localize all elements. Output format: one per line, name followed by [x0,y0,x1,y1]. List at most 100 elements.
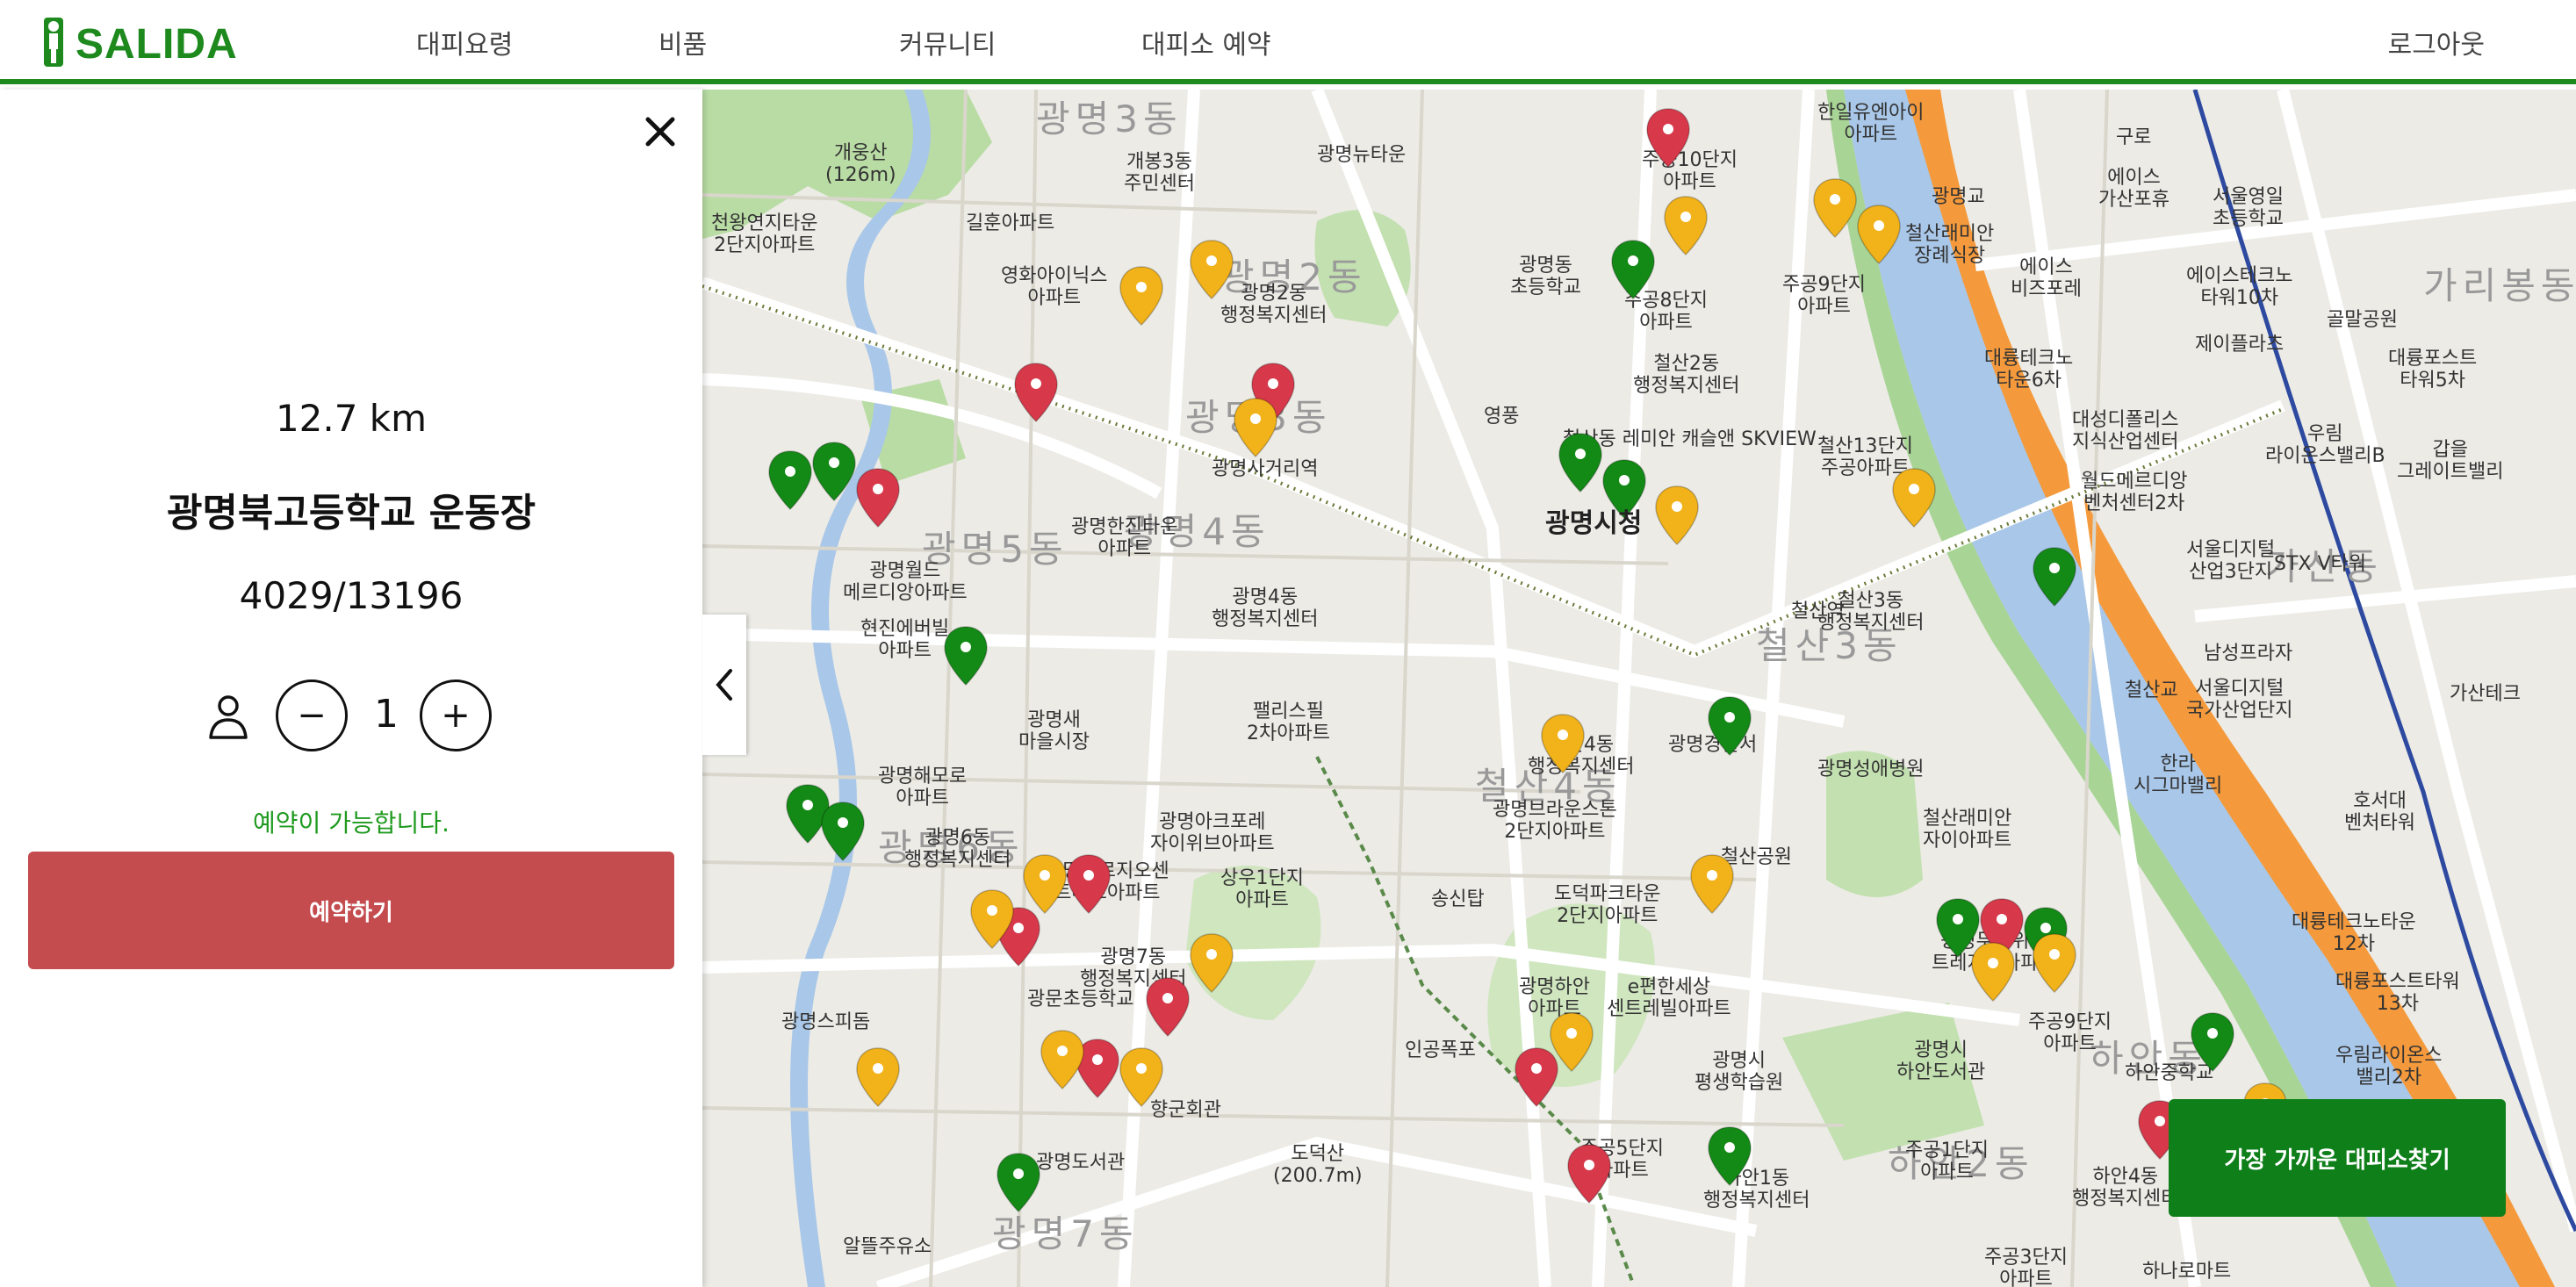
shelter-yellow-pin-icon[interactable] [1233,397,1278,458]
decrease-quantity-button[interactable]: − [276,679,348,751]
shelter-green-pin-icon[interactable] [2032,546,2077,608]
map-place-label: 도덕파크타운 2단지아파트 [1554,883,1661,928]
map-place-label: 광명4동 행정복지센터 [1212,586,1319,631]
map-place-label: 한일유엔아이 아파트 [1817,102,1925,147]
quantity-value: 1 [374,692,399,737]
map-place-label: 에이스 가산포휴 [2098,167,2169,212]
shelter-yellow-pin-icon[interactable] [1970,941,2016,1003]
shelter-yellow-pin-icon[interactable] [1689,853,1735,915]
nav-community[interactable]: 커뮤니티 [899,23,996,61]
shelter-yellow-pin-icon[interactable] [1856,204,1902,265]
map-place-label: 광명도서관 [1036,1152,1126,1174]
shelter-red-pin-icon[interactable] [1066,853,1112,915]
map-place-label: 팰리스필 2차아파트 [1247,701,1330,745]
shelter-green-pin-icon[interactable] [1707,695,1752,757]
map-place-label: 알뜰주유소 [843,1236,932,1258]
map-place-label: 개웅산 (126m) [825,142,896,187]
map-place-label: 광명해모로 아파트 [878,766,968,810]
logo-text: SALIDA [76,21,238,68]
map-place-label: 철산역 [1791,600,1845,622]
shelter-green-pin-icon[interactable] [1707,1125,1752,1187]
shelter-red-pin-icon[interactable] [855,467,901,528]
map-place-label: 현진에버빌 아파트 [860,618,950,663]
shelter-green-pin-icon[interactable] [767,449,813,511]
nav-shelter-reservation[interactable]: 대피소 예약 [1141,23,1271,61]
map-place-label: 광명뉴타운 [1317,144,1407,166]
map-place-label: 주공1단지 아파트 [1905,1140,1989,1184]
shelter-yellow-pin-icon[interactable] [1040,1029,1085,1090]
reserve-button[interactable]: 예약하기 [28,852,674,969]
map-place-label: 구로 [2116,126,2152,148]
map-place-label: 광명성애병원 [1817,759,1925,780]
map-place-label: 월드메르디앙 벤처센터2차 [2081,471,2188,515]
shelter-red-pin-icon[interactable] [1645,107,1691,169]
map-place-label: 대륭테크노 타운6차 [1984,348,2074,392]
shelter-green-pin-icon[interactable] [996,1152,1041,1213]
salida-logo[interactable]: SALIDA [39,9,238,70]
shelter-green-pin-icon[interactable] [820,801,866,862]
map-place-label: 광명시 평생학습원 [1695,1050,1784,1095]
district-label: 광명3동 [1036,97,1183,140]
increase-quantity-button[interactable]: + [420,679,492,751]
map-place-label: 대성디폴리스 지식산업센터 [2072,409,2179,454]
map-place-label: 주공9단지 아파트 [1782,274,1866,319]
shelter-yellow-pin-icon[interactable] [1663,195,1709,256]
map-place-label: 대륭포스트 타워5차 [2388,348,2478,392]
shelter-capacity: 4029/13196 [239,574,464,617]
shelter-yellow-pin-icon[interactable] [1540,713,1586,774]
shelter-yellow-pin-icon[interactable] [1549,1011,1594,1073]
shelter-red-pin-icon[interactable] [1013,362,1059,423]
map-place-label: 개봉3동 주민센터 [1124,151,1195,196]
map-place-label: 광명교 [1932,186,1985,208]
shelter-yellow-pin-icon[interactable] [1189,239,1234,300]
map-place-label: 한라 시그마밸리 [2133,753,2223,798]
shelter-yellow-pin-icon[interactable] [1119,1046,1164,1108]
map-place-label: 서울디지털 산업3단지 [2186,539,2276,584]
shelter-green-pin-icon[interactable] [811,441,857,502]
city-hall-label: 광명시청 [1545,508,1643,539]
nav-evacuation-guide[interactable]: 대피요령 [416,23,513,61]
map-place-label: 광명새 마을시장 [1018,709,1090,754]
map-place-label: 주공3단지 아파트 [1984,1247,2068,1287]
map-place-label: 광문초등학교 [1027,989,1134,1010]
map-place-label: 에이스테크노 타워10차 [2186,265,2293,310]
map-place-label: 에이스 비즈포레 [2011,256,2082,301]
nav-supplies[interactable]: 비품 [658,23,707,61]
shelter-yellow-pin-icon[interactable] [1654,485,1700,546]
logout-link[interactable]: 로그아웃 [2388,23,2485,61]
map-place-label: 하안4동 행정복지센터 [2072,1166,2179,1211]
shelter-yellow-pin-icon[interactable] [1891,467,1937,528]
map-place-label: 갑을 그레이트밸리 [2397,439,2504,484]
shelter-distance: 12.7 km [275,397,428,440]
map-place-label: 광명아크포레 자이위브아파트 [1150,811,1275,856]
shelter-green-pin-icon[interactable] [1610,239,1656,300]
map-place-label: 호서대 벤처타워 [2344,790,2415,835]
shelter-red-pin-icon[interactable] [1145,976,1191,1038]
map-place-label: 천왕연지타운 2단지아파트 [711,212,818,257]
shelter-yellow-pin-icon[interactable] [855,1046,901,1108]
shelter-detail-panel: 12.7 km 광명북고등학교 운동장 4029/13196 − 1 + 예약이… [0,90,702,1287]
district-label: 광명7동 [992,1212,1139,1255]
shelter-yellow-pin-icon[interactable] [2032,932,2077,994]
shelter-red-pin-icon[interactable] [1566,1143,1612,1204]
close-icon[interactable] [639,111,681,153]
map-place-label: 우림라이온스 밸리2차 [2335,1045,2443,1089]
shelter-green-pin-icon[interactable] [943,625,989,687]
map-place-label: 길훈아파트 [966,212,1055,234]
panel-collapse-handle[interactable] [702,615,746,755]
map-place-label: 광명스피돔 [781,1011,871,1033]
shelter-yellow-pin-icon[interactable] [1119,265,1164,327]
map-place-label: 영화아이닉스 아파트 [1001,265,1108,310]
shelter-green-pin-icon[interactable] [2190,1011,2235,1073]
map-place-label: 광명월드 메르디앙아파트 [843,560,968,605]
map-place-label: STX V타워 [2274,553,2366,575]
map-place-label: 광명사거리역 [1212,458,1319,480]
reservation-status: 예약이 가능합니다. [253,809,450,838]
shelter-yellow-pin-icon[interactable] [1189,932,1234,994]
map-place-label: 광명2동 행정복지센터 [1220,283,1328,327]
shelter-yellow-pin-icon[interactable] [1022,853,1068,915]
shelter-yellow-pin-icon[interactable] [969,888,1015,950]
shelter-green-pin-icon[interactable] [1558,432,1603,493]
find-nearest-shelter-button[interactable]: 가장 가까운 대피소찾기 [2169,1099,2506,1217]
shelter-yellow-pin-icon[interactable] [1812,177,1858,239]
